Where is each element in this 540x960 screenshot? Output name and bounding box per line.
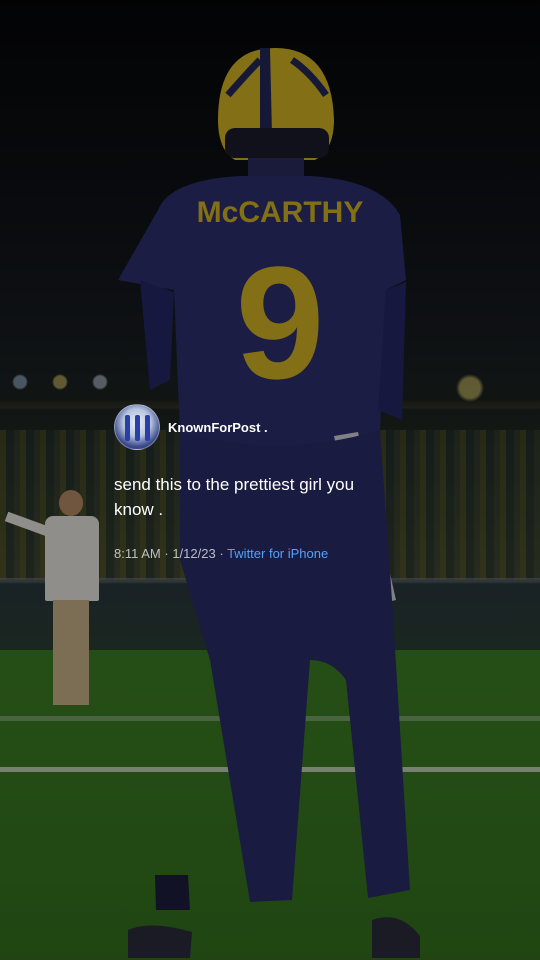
tweet-source-link[interactable]: Twitter for iPhone xyxy=(227,546,328,561)
author-handle[interactable]: KnownForPost . xyxy=(168,420,268,435)
tweet-card: KnownForPost . send this to the pretties… xyxy=(114,404,414,561)
meta-separator: · xyxy=(164,546,169,561)
tweet-text: send this to the prettiest girl you know… xyxy=(114,475,355,519)
meta-separator: · xyxy=(219,546,224,561)
tweet-header: KnownForPost . xyxy=(114,404,414,450)
avatar[interactable] xyxy=(114,404,160,450)
tweet-time: 8:11 AM xyxy=(114,546,161,561)
tweet-meta: 8:11 AM · 1/12/23 · Twitter for iPhone xyxy=(114,546,414,561)
video-frame: McCARTHY 9 KnownForPost . send this to t… xyxy=(0,0,540,960)
tweet-date: 1/12/23 xyxy=(172,546,216,561)
